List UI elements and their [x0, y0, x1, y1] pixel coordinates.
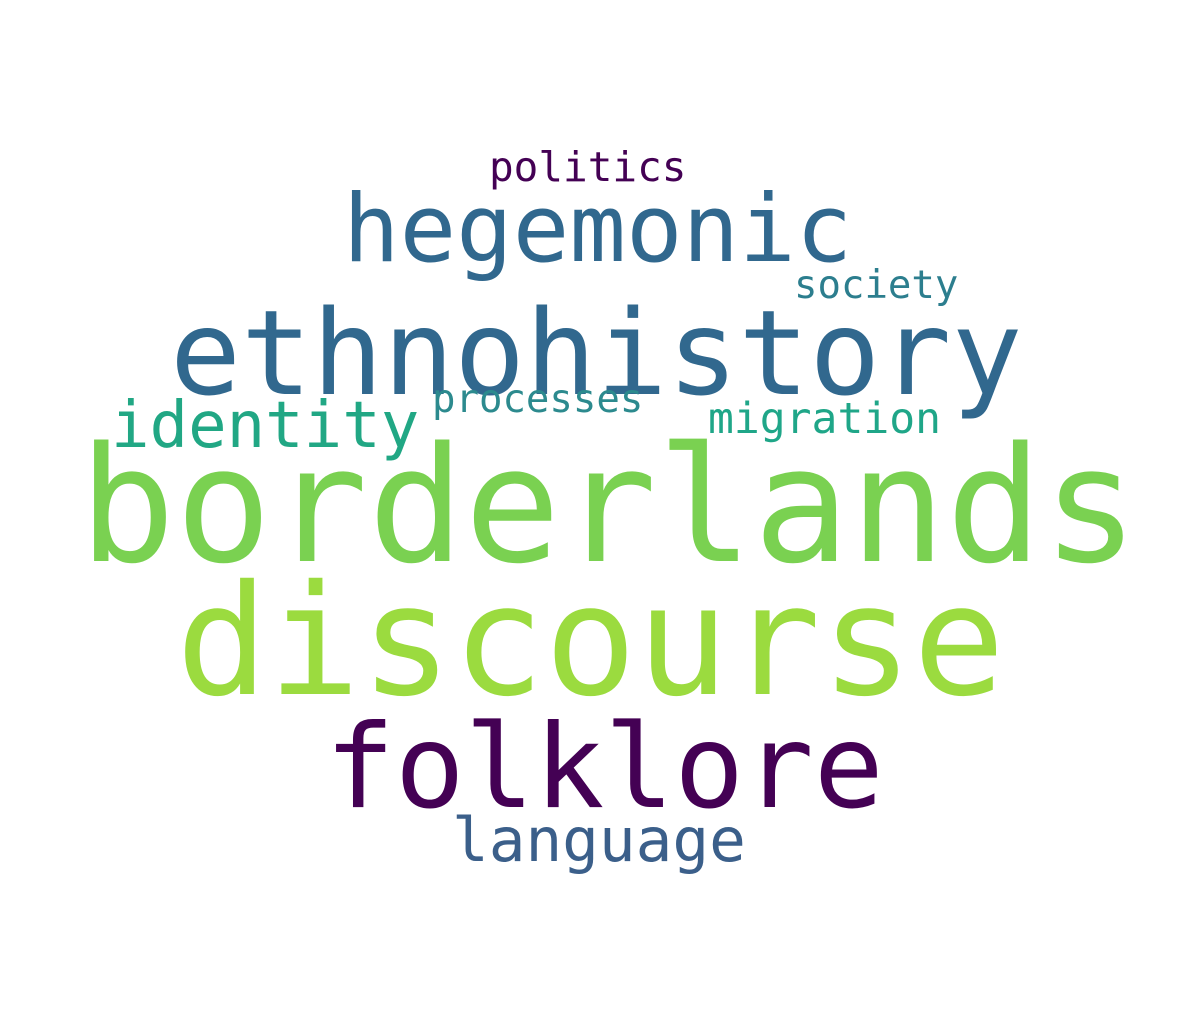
word-cloud: politics hegemonic society ethnohistory …: [0, 0, 1190, 1028]
word-hegemonic: hegemonic: [343, 175, 853, 284]
word-discourse: discourse: [176, 553, 1006, 731]
word-language: language: [452, 805, 746, 876]
